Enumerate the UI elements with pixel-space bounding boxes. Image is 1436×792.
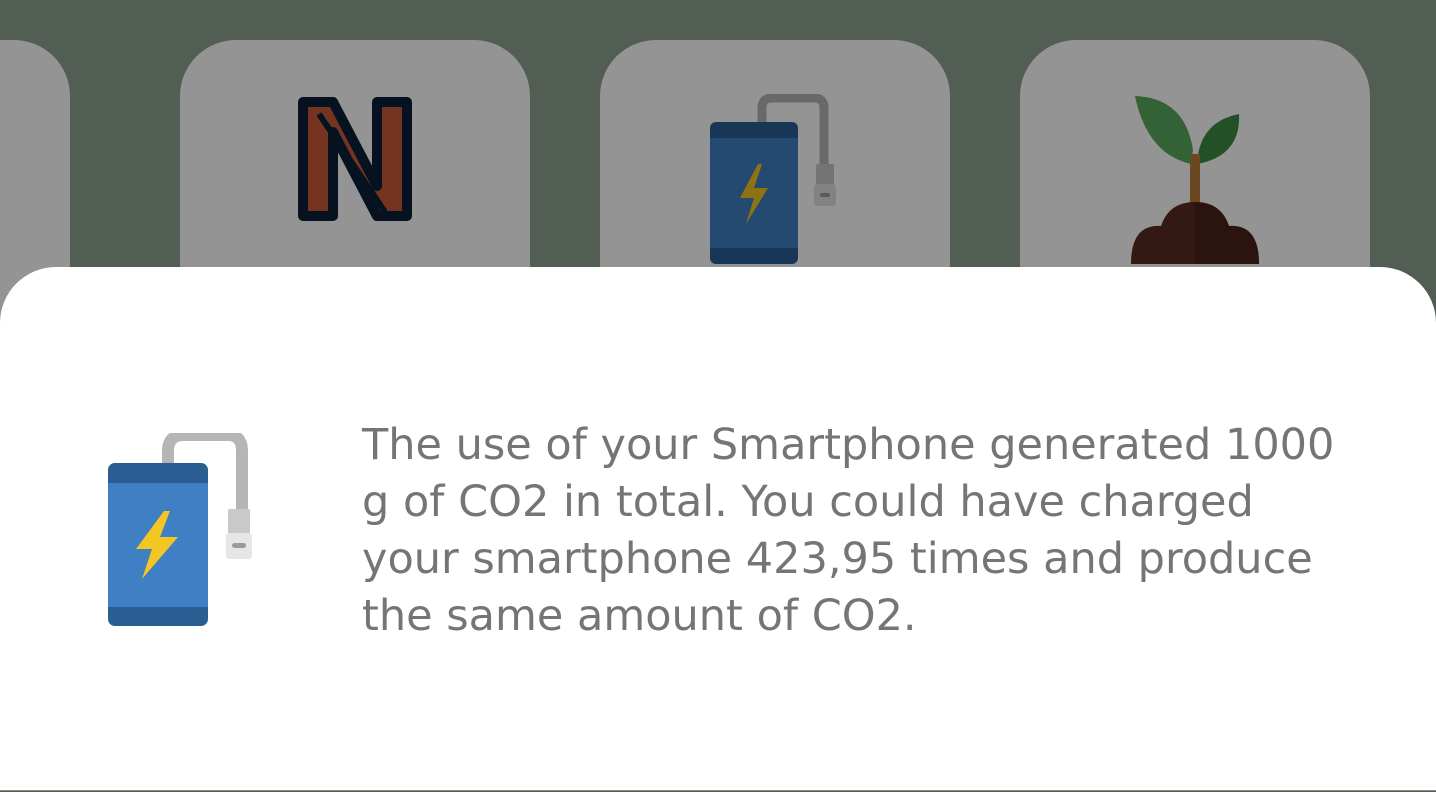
smartphone-charging-icon [108,429,254,631]
divider [0,790,1436,791]
app-screen: The use of your Smartphone generated 100… [0,0,1436,792]
bottom-sheet: The use of your Smartphone generated 100… [0,267,1436,791]
co2-usage-message: The use of your Smartphone generated 100… [362,420,1335,641]
